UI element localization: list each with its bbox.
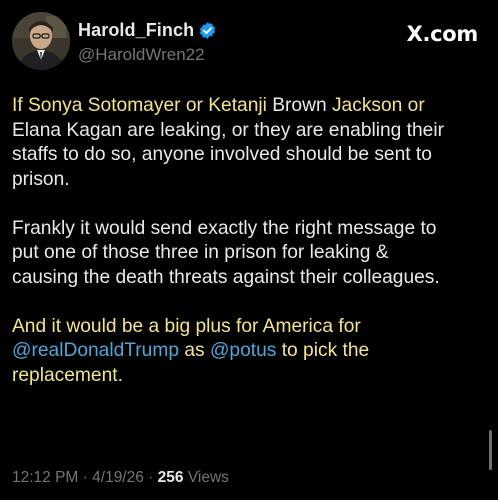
text-line: replacement. xyxy=(12,364,123,386)
brand-logo: X.com xyxy=(406,22,479,46)
avatar[interactable] xyxy=(12,12,70,70)
post-card: Harold_Finch @HaroldWren22 X.com If Sony… xyxy=(0,0,498,500)
post-header: Harold_Finch @HaroldWren22 X.com xyxy=(12,12,486,72)
meta-separator: · xyxy=(143,469,158,486)
text-line: And it would be a big plus for America f… xyxy=(12,315,361,337)
text-segment: as xyxy=(179,340,210,361)
paragraph-1: If Sonya Sotomayer or Ketanji Brown Jack… xyxy=(12,94,488,192)
paragraph-3: And it would be a big plus for America f… xyxy=(12,315,488,389)
text-segment: to pick the xyxy=(276,340,370,361)
mention-link[interactable]: @potus xyxy=(210,340,276,361)
text-segment: staffs to do so, anyone involved should … xyxy=(12,144,432,165)
post-text: If Sonya Sotomayer or Ketanji Brown Jack… xyxy=(12,94,488,413)
meta-separator: · xyxy=(78,469,93,486)
post-meta: 12:12 PM · 4/19/26 · 256 Views xyxy=(12,469,229,487)
author-handle[interactable]: @HaroldWren22 xyxy=(78,45,217,65)
text-line: Frankly it would send exactly the right … xyxy=(12,217,437,239)
display-name[interactable]: Harold_Finch xyxy=(78,20,194,41)
views-count[interactable]: 256 xyxy=(158,469,184,486)
text-line: causing the death threats against their … xyxy=(12,266,440,288)
post-date[interactable]: 4/19/26 xyxy=(92,469,144,486)
author-block: Harold_Finch @HaroldWren22 xyxy=(78,18,217,65)
name-row: Harold_Finch xyxy=(78,18,217,42)
text-segment: Elana Kagan are leaking, or they are ena… xyxy=(12,119,445,141)
paragraph-2: Frankly it would send exactly the right … xyxy=(12,217,488,291)
mention-link[interactable]: @realDonaldTrump xyxy=(12,340,179,361)
text-segment: prison. xyxy=(12,168,70,190)
text-segment: Jackson or xyxy=(326,95,425,116)
post-time[interactable]: 12:12 PM xyxy=(12,469,78,486)
text-segment: Brown xyxy=(272,95,327,116)
views-label: Views xyxy=(183,469,229,486)
verified-badge-icon xyxy=(198,21,217,40)
text-line: put one of those three in prison for lea… xyxy=(12,242,389,263)
scrollbar[interactable] xyxy=(489,430,492,470)
text-segment: If Sonya Sotomayer or Ketanji xyxy=(12,95,273,116)
avatar-image xyxy=(12,12,70,70)
